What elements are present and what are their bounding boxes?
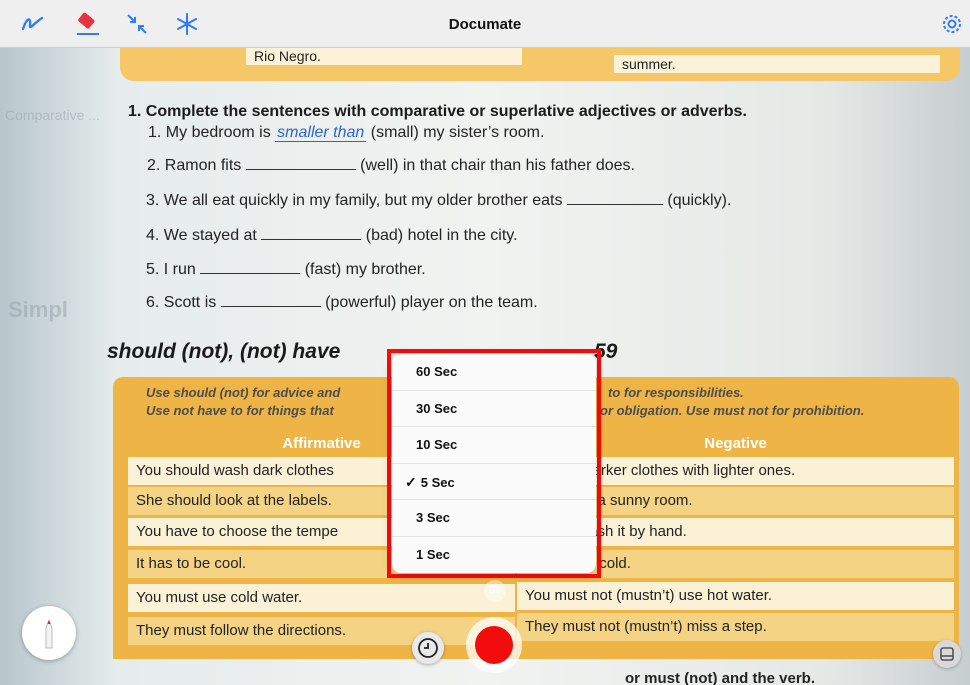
menu-item-1-sec[interactable]: 1 Sec bbox=[392, 537, 596, 574]
checkmark-icon: ✓ bbox=[405, 473, 417, 490]
answer-text: smaller than bbox=[275, 124, 367, 142]
marker-tool-button[interactable] bbox=[22, 606, 76, 660]
exercise-title: 1. Complete the sentences with comparati… bbox=[128, 103, 747, 120]
clock-icon bbox=[418, 638, 438, 658]
bottom-text: or must (not) and the verb. bbox=[625, 670, 816, 685]
menu-item-60-sec[interactable]: 60 Sec bbox=[392, 354, 596, 391]
exercise-line-6: 6. Scott is (powerful) player on the tea… bbox=[146, 294, 538, 311]
timer-dropdown-menu: 60 Sec 30 Sec 10 Sec ✓ 5 Sec 3 Sec 1 Sec bbox=[392, 354, 596, 573]
note-right-1: to for responsibilities. bbox=[608, 385, 744, 400]
table-row: They must follow the directions. bbox=[128, 617, 515, 645]
note-right-2: or obligation. Use must not for prohibit… bbox=[600, 403, 865, 418]
note-left-2: Use not have to for things that bbox=[146, 403, 334, 418]
exercise-line-1: 1. My bedroom is smaller than (small) my… bbox=[148, 124, 545, 142]
menu-item-30-sec[interactable]: 30 Sec bbox=[392, 391, 596, 427]
menu-item-10-sec[interactable]: 10 Sec bbox=[392, 427, 596, 464]
exercise-line-2: 2. Ramon fits (well) in that chair than … bbox=[147, 157, 635, 174]
menu-item-3-sec[interactable]: 3 Sec bbox=[392, 500, 596, 537]
scan-mode-button[interactable] bbox=[933, 640, 961, 668]
menu-item-5-sec[interactable]: ✓ 5 Sec bbox=[392, 464, 596, 500]
exercise-line-5: 5. I run (fast) my brother. bbox=[146, 261, 426, 278]
table-row: You must use cold water. bbox=[128, 584, 515, 612]
settings-gear-icon[interactable] bbox=[937, 9, 967, 39]
table-row: You must not (mustn’t) use hot water. bbox=[517, 582, 954, 610]
summary-left: Rio Negro. bbox=[246, 47, 522, 65]
menu-item-label: 5 Sec bbox=[420, 474, 455, 490]
shutter-button[interactable] bbox=[475, 626, 513, 664]
timer-button[interactable] bbox=[412, 632, 444, 664]
section-heading: should (not), (not) have 59 bbox=[107, 340, 618, 363]
exercise-line-4: 4. We stayed at (bad) hotel in the city. bbox=[146, 227, 518, 244]
top-toolbar: Documate bbox=[0, 0, 970, 48]
document-scan-icon bbox=[940, 647, 954, 661]
marker-pen-icon bbox=[45, 618, 53, 649]
summary-right: summer. bbox=[614, 55, 940, 73]
table-row: They must not (mustn’t) miss a step. bbox=[517, 613, 954, 641]
exercise-line-3: 3. We all eat quickly in my family, but … bbox=[146, 192, 732, 209]
note-left-1: Use should (not) for advice and bbox=[146, 385, 341, 400]
delay-badge: 5s bbox=[484, 580, 506, 602]
app-title: Documate bbox=[448, 16, 522, 33]
